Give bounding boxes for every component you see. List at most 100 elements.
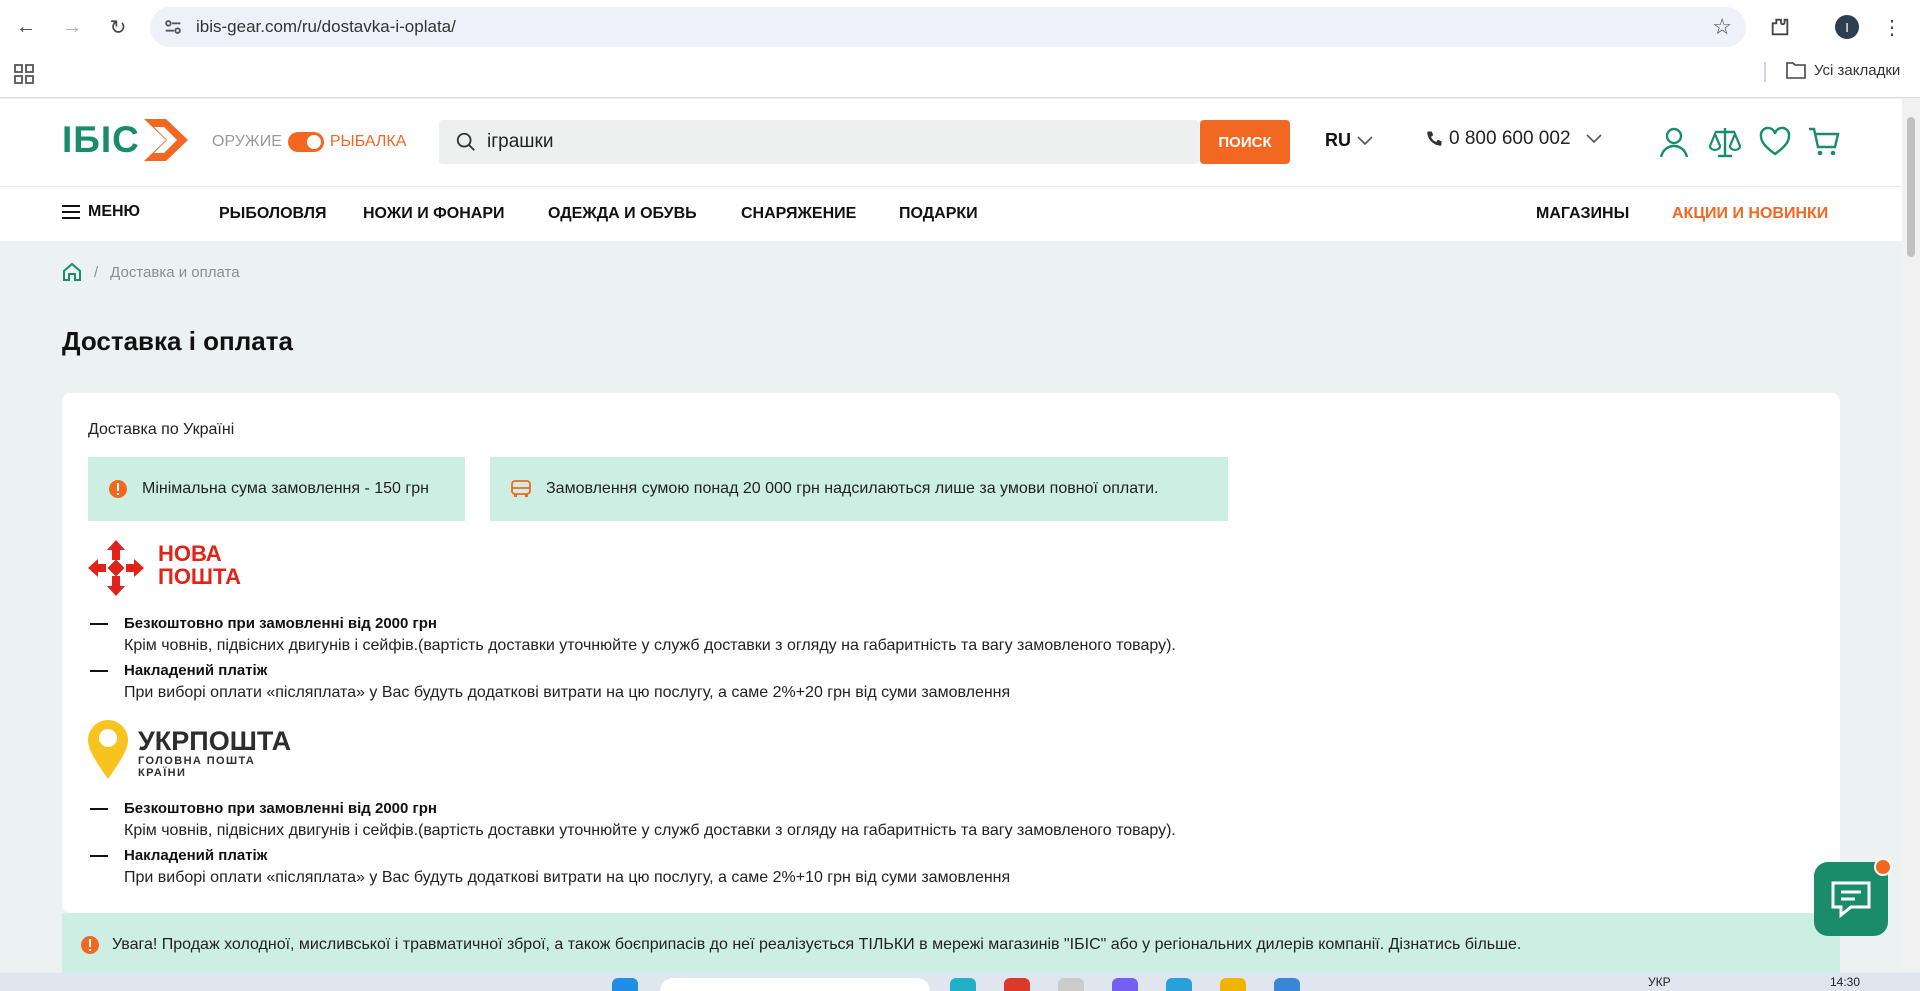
address-bar[interactable]: ibis-gear.com/ru/dostavka-i-oplata/ ☆	[150, 7, 1746, 47]
mode-weapons-label[interactable]: ОРУЖИЕ	[212, 133, 282, 151]
cart-icon[interactable]	[1807, 125, 1841, 159]
nova-free-title: Безкоштовно при замовленні від 2000 грн	[124, 615, 437, 632]
all-bookmarks-label: Усі закладки	[1814, 61, 1901, 79]
min-order-note: Мінімальна сума замовлення - 150 грн	[88, 457, 465, 521]
warning-text[interactable]: Увага! Продаж холодної, мисливської і тр…	[112, 936, 1521, 954]
clock[interactable]: 14:30	[1830, 975, 1860, 989]
site-header: ІБІС ОРУЖИЕ РЫБАЛКА ПОИСК RU 0 800 600 0…	[0, 99, 1902, 186]
hamburger-icon	[62, 205, 80, 219]
nav-gifts[interactable]: ПОДАРКИ	[899, 205, 978, 223]
breadcrumb: / Доставка и оплата	[62, 262, 240, 282]
full-payment-note: Замовлення сумою понад 20 000 грн надсил…	[490, 457, 1228, 521]
os-taskbar: УКР 14:30	[0, 973, 1920, 991]
nav-equipment[interactable]: СНАРЯЖЕНИЕ	[741, 205, 856, 223]
chat-bubble-icon	[1831, 881, 1871, 919]
telegram-icon[interactable]	[1166, 978, 1192, 991]
ukr-logo-line1: УКРПОШТА	[138, 726, 292, 756]
url-text[interactable]: ibis-gear.com/ru/dostavka-i-oplata/	[196, 17, 456, 37]
user-icon[interactable]	[1657, 125, 1691, 159]
ukr-cod-title: Накладений платіж	[124, 847, 268, 864]
ukrposhta-logo: УКРПОШТА ГОЛОВНА ПОШТА КРАЇНИ	[86, 719, 291, 786]
nova-cod-title: Накладений платіж	[124, 662, 268, 679]
nova-free-desc: Крім човнів, підвісних двигунів і сейфів…	[124, 637, 1176, 654]
heart-icon[interactable]	[1758, 125, 1792, 159]
scrollbar-thumb[interactable]	[1907, 117, 1915, 257]
nova-logo-line2: ПОШТА	[158, 564, 241, 589]
app-icon[interactable]	[950, 978, 976, 991]
ibis-logo[interactable]: ІБІС	[62, 117, 190, 163]
logo-arrow-icon	[143, 119, 188, 161]
folder-icon[interactable]	[1220, 978, 1246, 991]
extensions-icon[interactable]	[1764, 11, 1796, 43]
forward-arrow-icon[interactable]: →	[56, 11, 88, 43]
apps-grid-icon[interactable]	[14, 64, 34, 84]
app-icon[interactable]	[1058, 978, 1084, 991]
language-select[interactable]: RU	[1325, 130, 1373, 151]
ukr-free-title: Безкоштовно при замовленні від 2000 грн	[124, 800, 437, 817]
bookmark-star-icon[interactable]: ☆	[1712, 14, 1732, 40]
list-item: Безкоштовно при замовленні від 2000 грн …	[90, 798, 1176, 842]
start-icon[interactable]	[612, 978, 638, 991]
phone-select[interactable]: 0 800 600 002	[1425, 128, 1603, 150]
reload-icon[interactable]: ↻	[102, 11, 134, 43]
site-info-icon[interactable]	[162, 16, 184, 38]
nav-promotions[interactable]: АКЦИИ И НОВИНКИ	[1672, 205, 1828, 223]
taskbar-search[interactable]	[660, 978, 930, 991]
app-icon[interactable]	[1274, 978, 1300, 991]
nav-stores[interactable]: МАГАЗИНЫ	[1536, 205, 1629, 223]
phone-number[interactable]: 0 800 600 002	[1449, 128, 1571, 150]
profile-avatar[interactable]: I	[1835, 15, 1859, 39]
mode-toggle[interactable]	[287, 132, 324, 152]
section-title: Доставка по Україні	[88, 421, 235, 438]
search-input[interactable]	[487, 120, 1147, 164]
weapons-warning-banner: Увага! Продаж холодної, мисливської і тр…	[62, 913, 1840, 977]
alert-icon	[109, 480, 127, 498]
menu-label: МЕНЮ	[88, 203, 141, 220]
breadcrumb-separator: /	[94, 263, 99, 281]
breadcrumb-current: Доставка и оплата	[110, 263, 240, 281]
phone-icon	[1427, 131, 1442, 146]
chevron-down-icon	[1585, 134, 1602, 144]
ukr-logo-line2: ГОЛОВНА ПОШТА КРАЇНИ	[138, 755, 256, 779]
compare-scales-icon[interactable]	[1708, 125, 1742, 159]
kebab-menu-icon[interactable]: ⋮	[1876, 11, 1908, 43]
language-label: RU	[1325, 130, 1351, 150]
bookmarks-separator	[1764, 62, 1766, 82]
back-arrow-icon[interactable]: ←	[10, 11, 42, 43]
search-box	[439, 120, 1199, 164]
folder-icon	[1786, 62, 1806, 79]
min-order-text: Мінімальна сума замовлення - 150 грн	[142, 480, 429, 497]
all-bookmarks[interactable]: Усі закладки	[1786, 61, 1900, 79]
menu-button[interactable]: МЕНЮ	[62, 203, 140, 221]
list-item: Накладений платіж При виборі оплати «піс…	[90, 845, 1176, 889]
ukrposhta-terms: Безкоштовно при замовленні від 2000 грн …	[90, 798, 1176, 892]
chevron-down-icon	[1357, 135, 1373, 145]
nova-cod-desc: При виборі оплати «післяплата» у Вас буд…	[124, 684, 1011, 701]
logo-text: ІБІС	[62, 119, 140, 160]
keyboard-language[interactable]: УКР	[1648, 975, 1671, 989]
full-payment-text: Замовлення сумою понад 20 000 грн надсил…	[546, 480, 1159, 497]
bus-icon	[511, 480, 531, 497]
nav-fishing[interactable]: РЫБОЛОВЛЯ	[219, 205, 326, 223]
viber-icon[interactable]	[1112, 978, 1138, 991]
ukr-cod-desc: При виборі оплати «післяплата» у Вас буд…	[124, 869, 1011, 886]
nav-knives-lights[interactable]: НОЖИ И ФОНАРИ	[363, 205, 505, 223]
chat-notification-badge	[1874, 858, 1892, 876]
nova-poshta-logo: НОВА ПОШТА	[86, 538, 256, 603]
mode-fishing-label[interactable]: РЫБАЛКА	[330, 133, 407, 151]
ukr-free-desc: Крім човнів, підвісних двигунів і сейфів…	[124, 822, 1176, 839]
nova-poshta-terms: Безкоштовно при замовленні від 2000 грн …	[90, 613, 1176, 707]
browser-toolbar: ← → ↻ ibis-gear.com/ru/dostavka-i-oplata…	[0, 0, 1920, 98]
delivery-card: Доставка по Україні Мінімальна сума замо…	[62, 393, 1840, 913]
nav-clothing-shoes[interactable]: ОДЕЖДА И ОБУВЬ	[548, 205, 697, 223]
app-icon[interactable]	[1004, 978, 1030, 991]
main-nav: МЕНЮ РЫБОЛОВЛЯ НОЖИ И ФОНАРИ ОДЕЖДА И ОБ…	[0, 186, 1902, 241]
list-item: Накладений платіж При виборі оплати «піс…	[90, 660, 1176, 704]
search-button[interactable]: ПОИСК	[1200, 120, 1290, 164]
list-item: Безкоштовно при замовленні від 2000 грн …	[90, 613, 1176, 657]
mode-switch[interactable]: ОРУЖИЕ РЫБАЛКА	[212, 132, 406, 152]
page-scrollbar[interactable]	[1902, 99, 1920, 971]
alert-icon	[81, 936, 99, 954]
home-icon[interactable]	[62, 262, 82, 282]
search-icon	[456, 132, 475, 151]
